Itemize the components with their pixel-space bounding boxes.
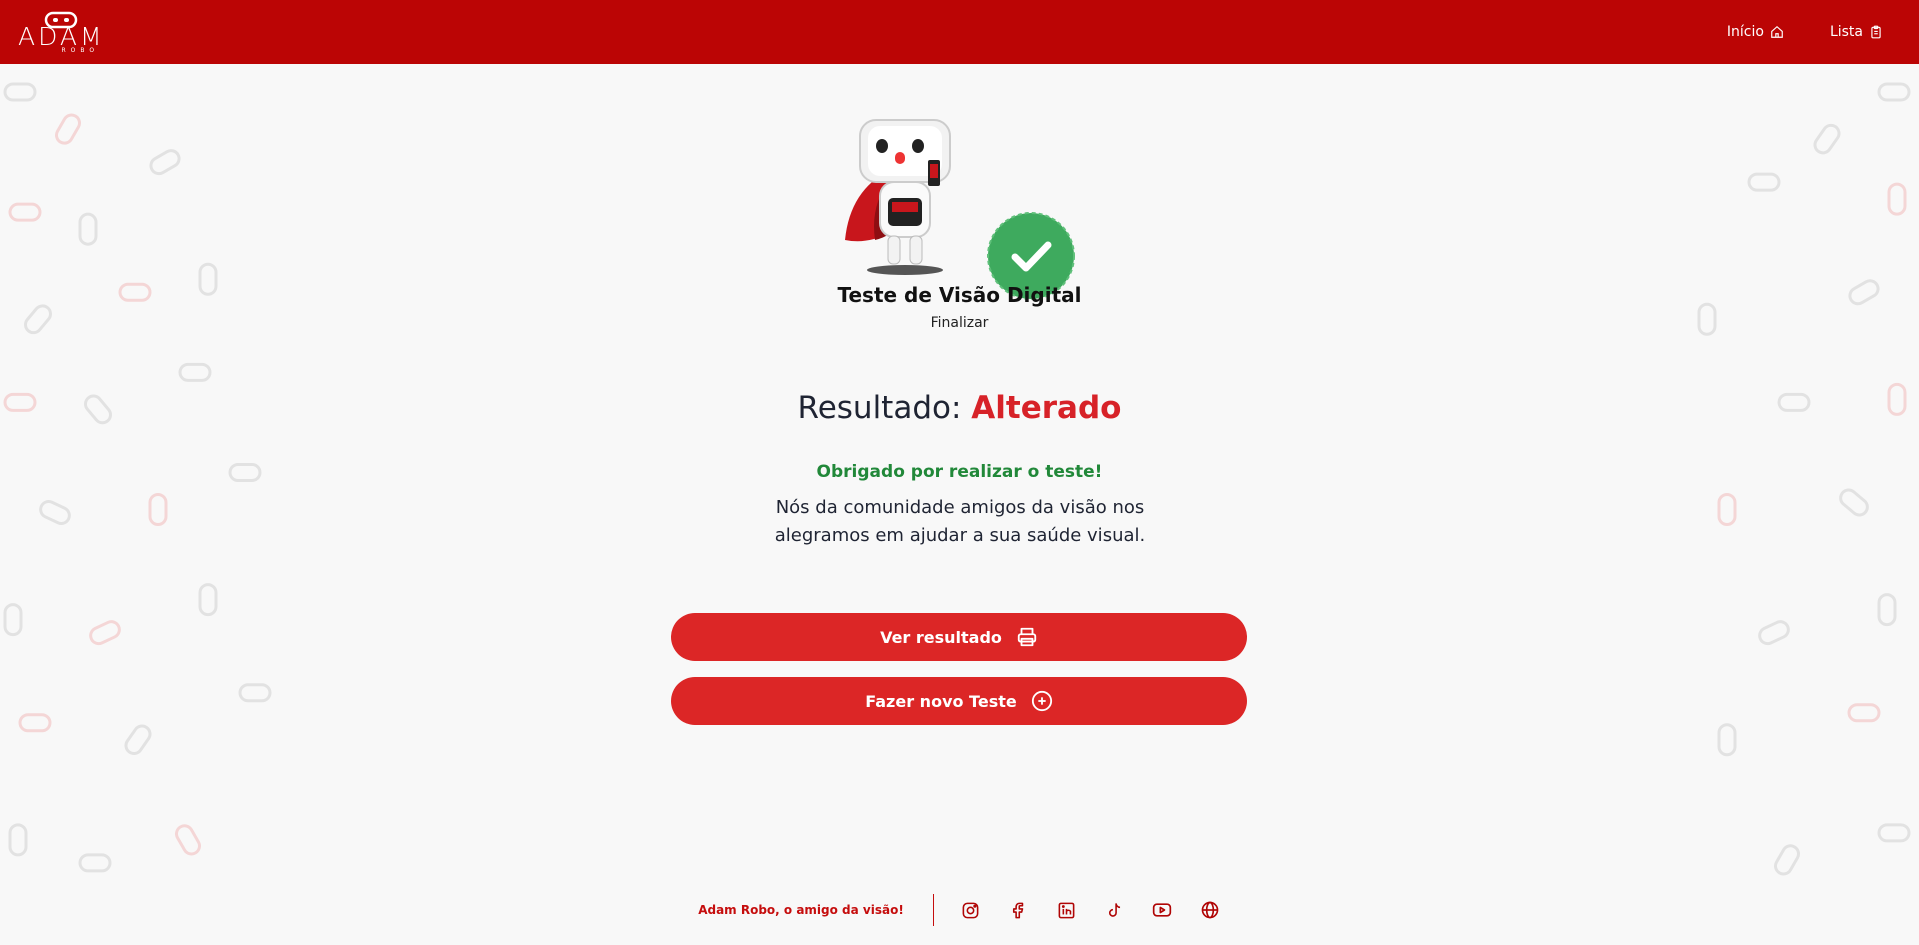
- nav-inicio-label: Início: [1726, 24, 1764, 40]
- new-test-button[interactable]: Fazer novo Teste: [671, 677, 1247, 725]
- logo-text: ADAM: [18, 21, 105, 51]
- globe-icon: [1201, 901, 1219, 919]
- community-message: Nós da comunidade amigos da visão nos al…: [774, 497, 1146, 546]
- facebook-link[interactable]: [1008, 900, 1029, 921]
- view-result-button[interactable]: Ver resultado: [671, 613, 1247, 661]
- footer-divider: [932, 894, 934, 926]
- instagram-icon: [962, 902, 979, 918]
- test-step-label: Finalizar: [930, 315, 989, 331]
- nav-lista-label: Lista: [1829, 24, 1863, 40]
- view-result-label: Ver resultado: [880, 627, 1002, 647]
- youtube-link[interactable]: [1152, 900, 1173, 921]
- robot-mascot-illustration: [845, 119, 951, 275]
- tiktok-link[interactable]: [1104, 900, 1125, 921]
- website-link[interactable]: [1200, 900, 1221, 921]
- youtube-icon: [1153, 903, 1172, 917]
- result-label: Resultado:: [797, 390, 962, 426]
- test-title: Teste de Visão Digital: [837, 283, 1082, 307]
- result-page: Teste de Visão Digital Finalizar Resulta…: [0, 64, 1919, 945]
- social-links: [960, 900, 1221, 921]
- clipboard-icon: [1871, 25, 1881, 39]
- linkedin-link[interactable]: [1056, 900, 1077, 921]
- result-heading: Resultado: Alterado: [0, 390, 1919, 426]
- printer-icon: [1017, 627, 1037, 647]
- nav-lista[interactable]: Lista: [1830, 24, 1883, 40]
- adam-robo-logo[interactable]: ADAM ROBO: [18, 11, 105, 54]
- new-test-label: Fazer novo Teste: [865, 691, 1017, 711]
- logo-subtext: ROBO: [61, 46, 100, 54]
- plus-circle-icon: [1031, 690, 1052, 712]
- top-navbar: ADAM ROBO Início Lista: [0, 0, 1919, 64]
- home-icon: [1771, 25, 1783, 38]
- facebook-icon: [1012, 902, 1024, 918]
- footer-tagline: Adam Robo, o amigo da visão!: [698, 903, 904, 917]
- thanks-message: Obrigado por realizar o teste!: [816, 462, 1103, 482]
- nav-inicio[interactable]: Início: [1727, 24, 1784, 40]
- result-value: Alterado: [971, 390, 1122, 426]
- tiktok-icon: [1108, 902, 1121, 917]
- footer: Adam Robo, o amigo da visão!: [0, 880, 1919, 940]
- linkedin-icon: [1058, 902, 1075, 918]
- main-nav: Início Lista: [1727, 24, 1883, 40]
- instagram-link[interactable]: [960, 900, 981, 921]
